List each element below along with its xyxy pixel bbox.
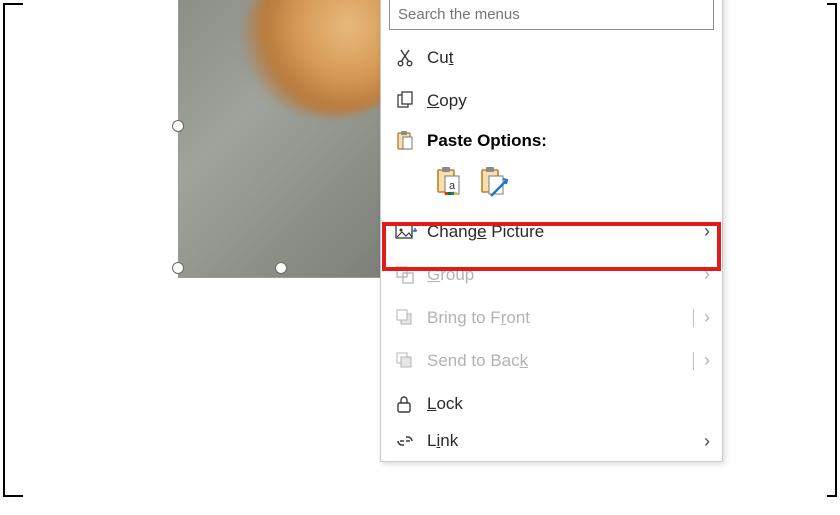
menu-item-group: Group ›: [381, 253, 722, 296]
menu-label: Bring to Front: [427, 308, 693, 328]
group-icon: [395, 263, 427, 287]
resize-handle-left[interactable]: [172, 120, 184, 132]
bring-to-front-icon: [395, 306, 427, 330]
paste-icon: [395, 129, 427, 153]
resize-handle-bottom[interactable]: [275, 262, 287, 274]
menu-label: Group: [427, 265, 704, 285]
chevron-right-icon: ›: [704, 264, 710, 285]
menu-item-lock[interactable]: Lock: [381, 382, 722, 425]
menu-label: Copy: [427, 91, 710, 111]
menu-item-paste-options: Paste Options:: [381, 122, 722, 160]
chevron-right-icon: ›: [704, 221, 710, 242]
menu-search-row: [381, 0, 722, 36]
menu-label: Change Picture: [427, 222, 704, 242]
menu-item-cut[interactable]: Cut: [381, 36, 722, 79]
document-page: Cut Copy: [23, 0, 827, 515]
menu-label: Link: [427, 431, 704, 451]
cut-icon: [395, 46, 427, 70]
split-divider: [693, 352, 694, 370]
menu-item-change-picture[interactable]: Change Picture ›: [381, 210, 722, 253]
menu-item-copy[interactable]: Copy: [381, 79, 722, 122]
send-to-back-icon: [395, 349, 427, 373]
menu-search-input[interactable]: [389, 0, 714, 30]
paste-option-keep-source[interactable]: a: [435, 166, 465, 198]
lock-icon: [395, 392, 427, 416]
menu-label: Paste Options:: [427, 131, 710, 151]
resize-handle-bl[interactable]: [172, 262, 184, 274]
change-picture-icon: [395, 220, 427, 244]
menu-item-bring-to-front: Bring to Front ›: [381, 296, 722, 339]
chevron-right-icon: ›: [704, 350, 710, 371]
menu-label: Lock: [427, 394, 710, 414]
copy-icon: [395, 89, 427, 113]
chevron-right-icon: ›: [704, 431, 710, 452]
split-divider: [693, 309, 694, 327]
context-menu: Cut Copy: [380, 0, 723, 462]
chevron-right-icon: ›: [704, 307, 710, 328]
selected-picture[interactable]: [178, 0, 381, 278]
paste-options-row: a: [381, 160, 722, 210]
menu-item-link[interactable]: Link ›: [381, 425, 722, 457]
svg-text:a: a: [449, 180, 456, 192]
menu-item-send-to-back: Send to Back ›: [381, 339, 722, 382]
screenshot-frame: Cut Copy: [3, 3, 837, 497]
link-icon: [395, 429, 427, 453]
paste-option-picture[interactable]: [479, 166, 509, 198]
menu-label: Send to Back: [427, 351, 693, 371]
menu-label: Cut: [427, 48, 710, 68]
